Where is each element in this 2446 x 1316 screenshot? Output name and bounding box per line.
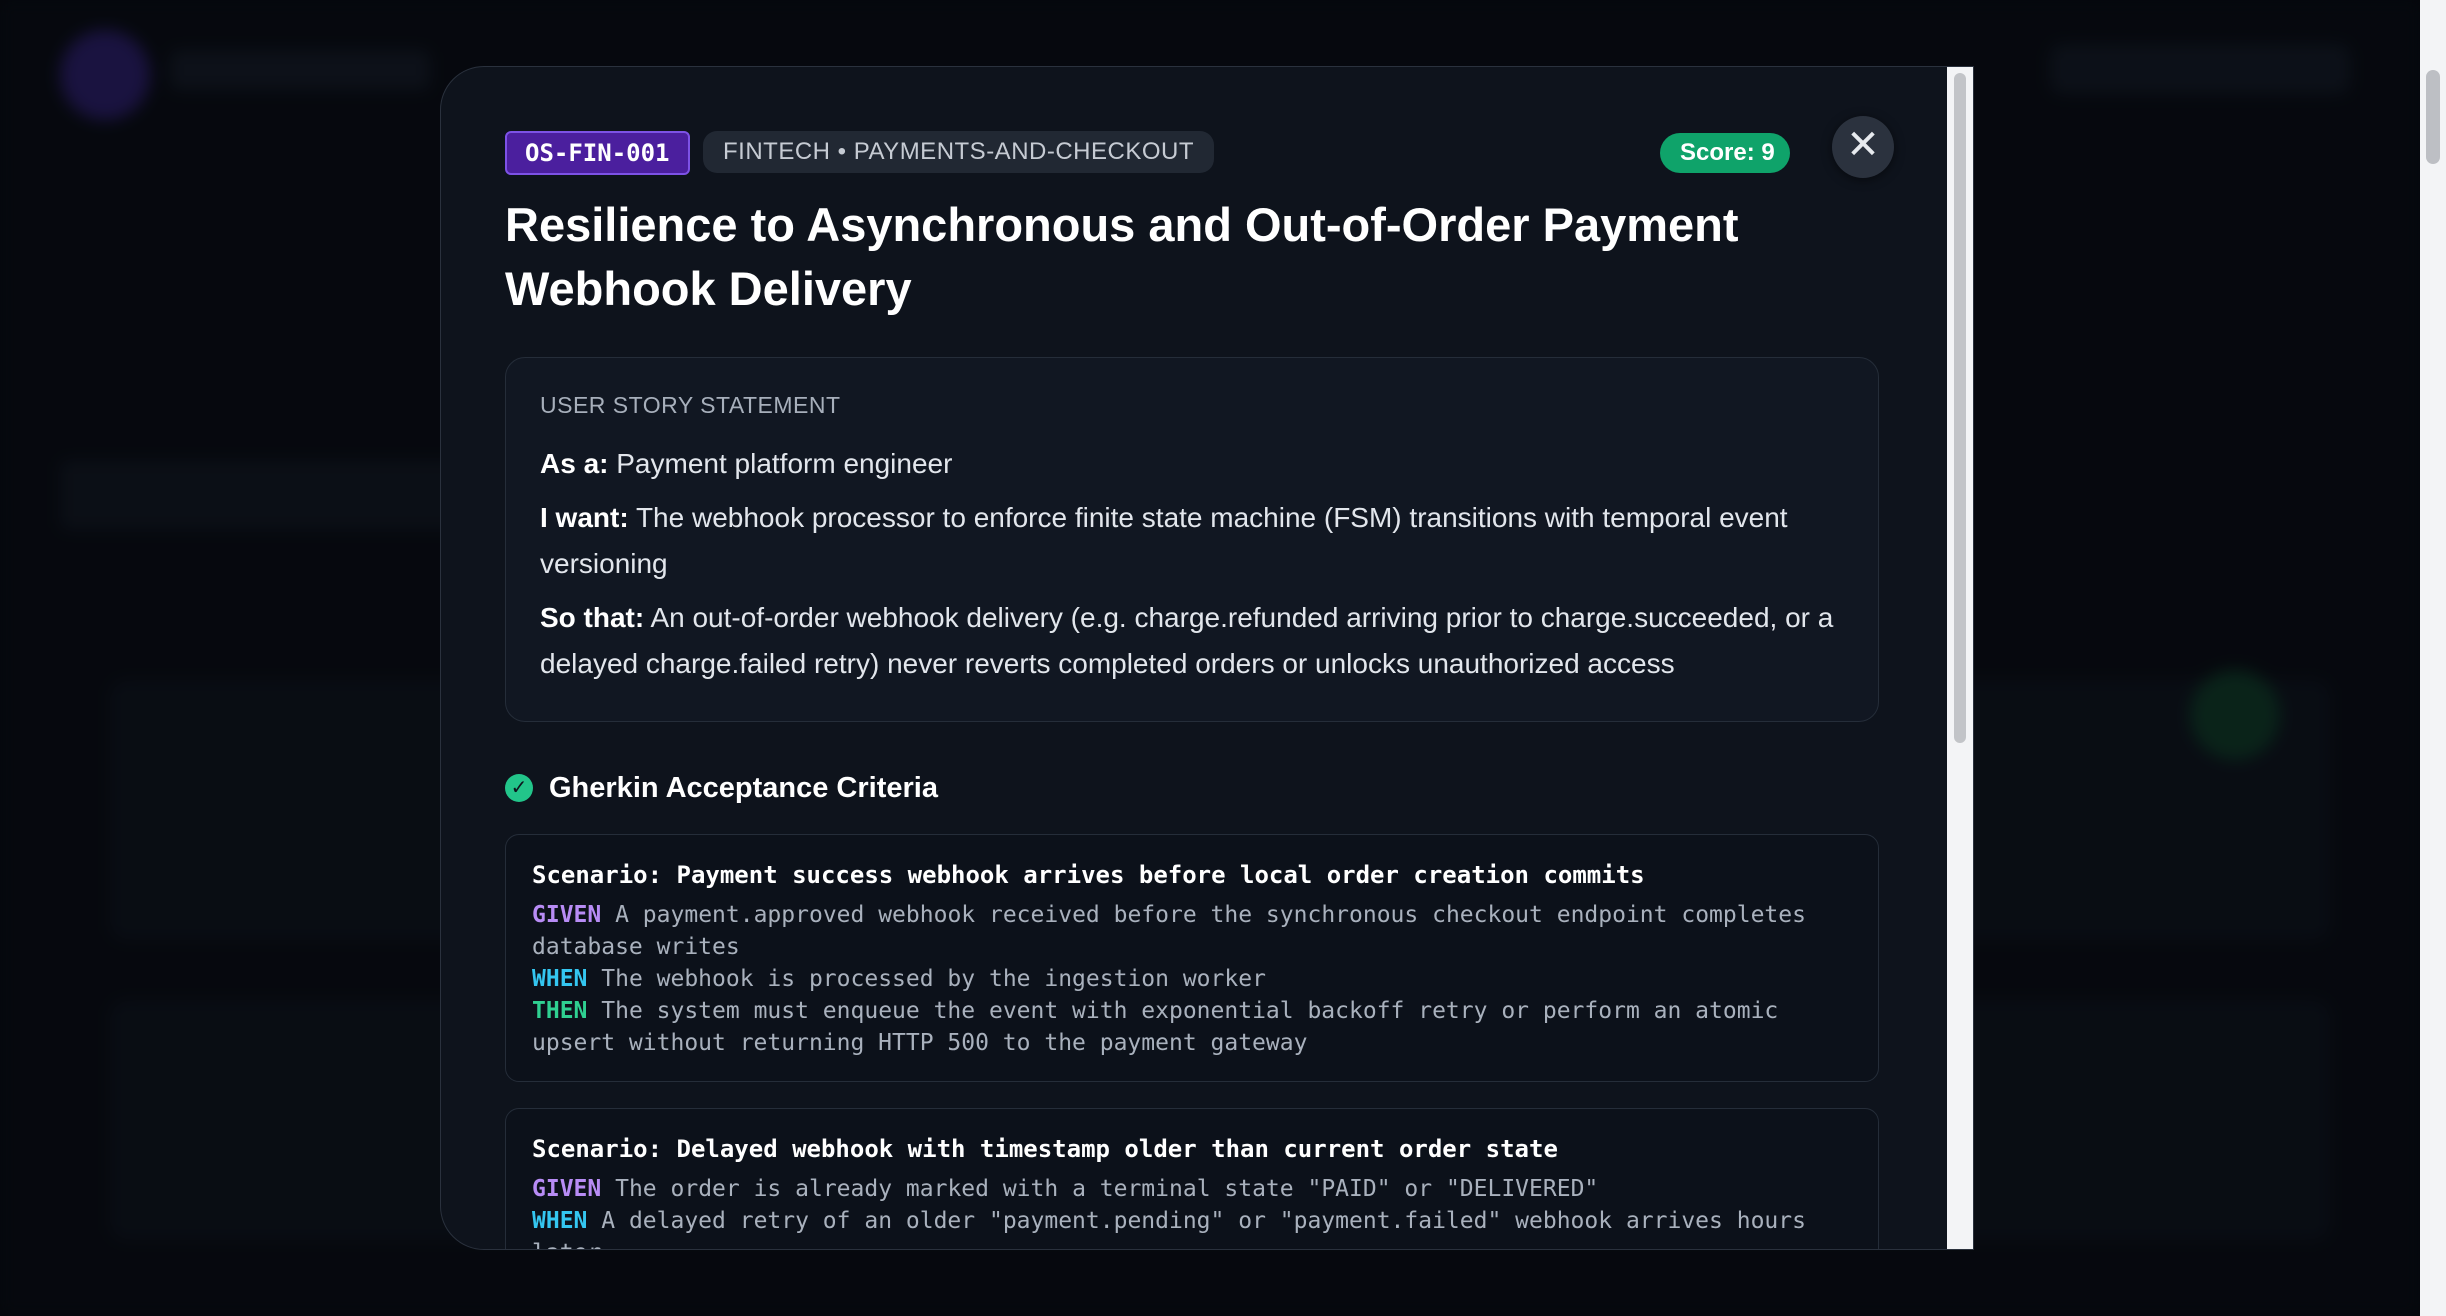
given-keyword: GIVEN [532, 1176, 602, 1202]
check-circle-icon: ✓ [505, 774, 533, 802]
so-that-value: An out-of-order webhook delivery (e.g. c… [540, 602, 1834, 679]
scenario-card: Scenario: Delayed webhook with timestamp… [505, 1108, 1879, 1249]
when-step: WHEN A delayed retry of an older "paymen… [532, 1205, 1852, 1249]
then-keyword: THEN [532, 998, 588, 1024]
user-story-card: USER STORY STATEMENT As a: Payment platf… [505, 357, 1879, 722]
given-text: A payment.approved webhook received befo… [532, 902, 1806, 960]
background-brand [170, 50, 430, 90]
i-want-value: The webhook processor to enforce finite … [540, 502, 1788, 579]
when-text: A delayed retry of an older "payment.pen… [532, 1208, 1806, 1249]
story-title: Resilience to Asynchronous and Out-of-Or… [505, 198, 1739, 315]
so-that-label: So that: [540, 602, 645, 633]
so-that-line: So that: An out-of-order webhook deliver… [540, 595, 1844, 687]
given-keyword: GIVEN [532, 902, 602, 928]
given-text: The order is already marked with a termi… [615, 1176, 1599, 1202]
modal-scrollbar[interactable] [1947, 67, 1973, 1249]
as-a-value: Payment platform engineer [616, 448, 953, 479]
as-a-line: As a: Payment platform engineer [540, 441, 1844, 487]
acceptance-criteria-title: Gherkin Acceptance Criteria [549, 771, 938, 804]
window-scrollbar-thumb[interactable] [2426, 70, 2440, 164]
story-id-badge: OS-FIN-001 [505, 131, 690, 175]
background-status-dot [2190, 670, 2280, 760]
when-step: WHEN The webhook is processed by the ing… [532, 963, 1852, 995]
modal-content: OS-FIN-001 FINTECH • PAYMENTS-AND-CHECKO… [441, 67, 1949, 1249]
i-want-label: I want: [540, 502, 629, 533]
when-text: The webhook is processed by the ingestio… [601, 966, 1266, 992]
when-keyword: WHEN [532, 966, 588, 992]
acceptance-criteria-header: ✓ Gherkin Acceptance Criteria [505, 768, 1949, 808]
user-story-heading: USER STORY STATEMENT [540, 392, 841, 418]
given-step: GIVEN The order is already marked with a… [532, 1173, 1852, 1205]
then-text: The system must enqueue the event with e… [532, 998, 1779, 1056]
scenario-title: Scenario: Payment success webhook arrive… [532, 861, 1645, 889]
then-step: THEN The system must enqueue the event w… [532, 995, 1852, 1059]
window-scrollbar[interactable] [2420, 0, 2446, 1316]
scenario-title: Scenario: Delayed webhook with timestamp… [532, 1135, 1558, 1163]
i-want-line: I want: The webhook processor to enforce… [540, 495, 1844, 587]
background-logo [60, 30, 150, 120]
background-heading [60, 460, 480, 530]
when-keyword: WHEN [532, 1208, 588, 1234]
close-button[interactable]: ✕ [1832, 116, 1894, 178]
story-detail-modal: OS-FIN-001 FINTECH • PAYMENTS-AND-CHECKO… [440, 66, 1974, 1250]
close-icon: ✕ [1846, 123, 1880, 167]
scenario-card: Scenario: Payment success webhook arrive… [505, 834, 1879, 1082]
as-a-label: As a: [540, 448, 609, 479]
modal-tag-row: OS-FIN-001 FINTECH • PAYMENTS-AND-CHECKO… [505, 131, 1949, 175]
given-step: GIVEN A payment.approved webhook receive… [532, 899, 1852, 963]
score-badge: Score: 9 [1660, 133, 1790, 173]
category-badge: FINTECH • PAYMENTS-AND-CHECKOUT [703, 131, 1215, 173]
background-header-control [2050, 44, 2350, 94]
modal-scrollbar-thumb[interactable] [1954, 73, 1966, 743]
